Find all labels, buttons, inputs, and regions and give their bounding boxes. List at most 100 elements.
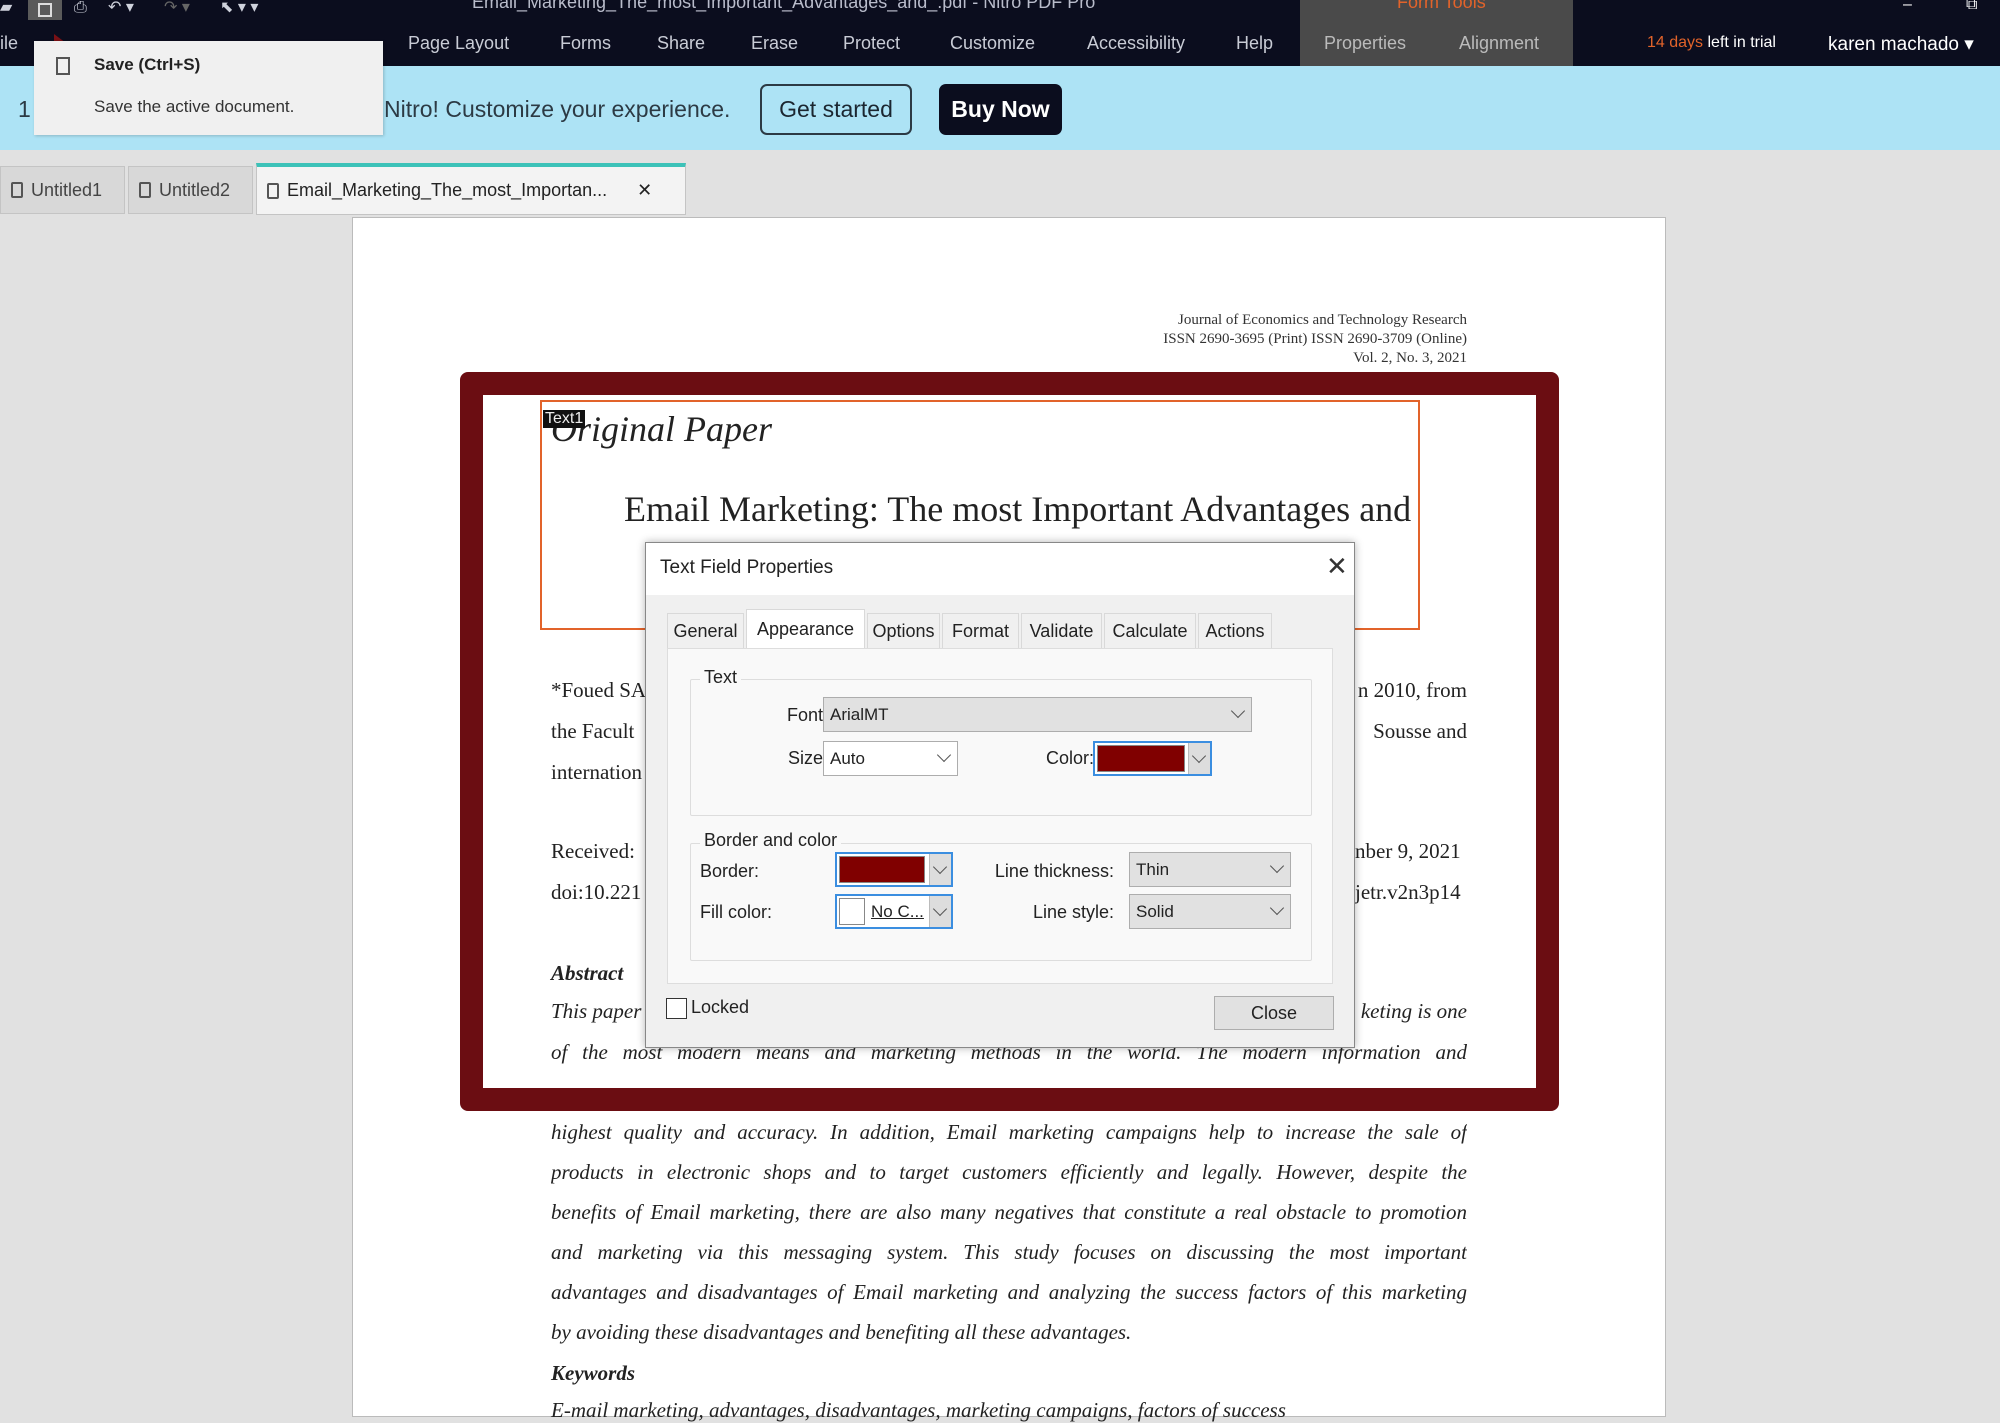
menu-share[interactable]: Share	[657, 33, 705, 54]
fill-color-picker[interactable]: No C...	[835, 894, 953, 929]
dialog-header: Text Field Properties ✕	[646, 543, 1354, 595]
abstract-line: benefits of Email marketing, there are a…	[551, 1200, 1467, 1224]
document-icon	[11, 182, 23, 198]
banner-text: Nitro! Customize your experience.	[384, 96, 731, 122]
user-menu[interactable]: karen machado ▾	[1828, 33, 1974, 56]
form-tools-label: Form Tools	[1397, 0, 1486, 12]
volume: Vol. 2, No. 3, 2021	[1353, 350, 1467, 366]
font-label: Font:	[786, 705, 828, 725]
get-started-button[interactable]: Get started	[760, 84, 912, 135]
tooltip-description: Save the active document.	[94, 97, 295, 116]
document-icon	[139, 182, 151, 198]
size-select[interactable]: Auto	[823, 741, 958, 776]
chevron-down-icon	[1269, 900, 1285, 916]
line-style-select[interactable]: Solid	[1129, 894, 1291, 929]
border-label: Border:	[700, 861, 760, 881]
tab-appearance[interactable]: Appearance	[746, 609, 865, 649]
redo-icon[interactable]: ↷ ▾	[164, 0, 190, 20]
buy-now-button[interactable]: Buy Now	[939, 84, 1062, 135]
font-value: ArialMT	[830, 704, 889, 724]
size-label: Size:	[787, 748, 828, 768]
tab-general[interactable]: General	[667, 613, 744, 648]
trial-text: left in trial	[1707, 34, 1776, 51]
banner-prefix: 1	[18, 96, 31, 122]
tab-label: Untitled2	[159, 179, 231, 200]
appearance-panel: Text Font: ArialMT Size: Auto Color: Bor…	[667, 648, 1333, 984]
chevron-down-icon	[932, 901, 948, 917]
text-group-label: Text	[700, 667, 742, 688]
text-color-picker[interactable]	[1093, 741, 1212, 776]
tab-options[interactable]: Options	[867, 613, 940, 648]
menu-help[interactable]: Help	[1236, 33, 1273, 54]
abstract-line: advantages and disadvantages of Email ma…	[551, 1280, 1467, 1304]
keywords-heading: Keywords	[551, 1361, 635, 1385]
tab-email-marketing[interactable]: Email_Marketing_The_most_Importan... ✕	[256, 163, 686, 215]
document-icon	[267, 182, 279, 199]
chevron-down-icon	[1230, 703, 1246, 719]
abstract-line: and marketing via this messaging system.…	[551, 1240, 1467, 1264]
line-thickness-label: Line thickness:	[994, 861, 1114, 881]
journal-name: Journal of Economics and Technology Rese…	[1177, 312, 1467, 328]
thickness-value: Thin	[1136, 859, 1170, 879]
tooltip-title: Save (Ctrl+S)	[94, 55, 201, 74]
color-label: Color:	[1045, 748, 1094, 768]
keywords: E-mail marketing, advantages, disadvanta…	[551, 1398, 1286, 1422]
print-icon[interactable]: ⎙	[74, 0, 87, 20]
line-style-label: Line style:	[1032, 902, 1114, 922]
save-icon[interactable]	[28, 0, 62, 20]
trial-days: 14 days	[1647, 34, 1704, 51]
save-tooltip: Save (Ctrl+S) Save the active document.	[34, 41, 383, 135]
locked-label: Locked	[691, 997, 750, 1017]
menu-forms[interactable]: Forms	[560, 33, 611, 54]
dialog-title: Text Field Properties	[660, 557, 834, 578]
tab-validate[interactable]: Validate	[1021, 613, 1102, 648]
tab-label: Email_Marketing_The_most_Importan...	[287, 180, 608, 200]
select-cursor-icon[interactable]: ⬉ ▾ ▾	[220, 0, 258, 20]
chevron-down-icon	[936, 747, 952, 763]
menu-properties[interactable]: Properties	[1324, 33, 1406, 54]
size-value: Auto	[830, 748, 865, 768]
window-title: Email_Marketing_The_most_Important_Advan…	[472, 0, 1096, 12]
menu-file[interactable]: ile	[0, 33, 18, 54]
tab-actions[interactable]: Actions	[1198, 613, 1272, 648]
menu-page-layout[interactable]: Page Layout	[408, 33, 509, 54]
close-button[interactable]: Close	[1214, 996, 1334, 1030]
fill-color-label: Fill color:	[700, 902, 773, 922]
menu-customize[interactable]: Customize	[950, 33, 1035, 54]
close-icon[interactable]: ✕	[1326, 551, 1348, 582]
tab-label: Untitled1	[31, 179, 103, 200]
fill-value: No C...	[871, 901, 924, 921]
locked-checkbox[interactable]	[666, 998, 687, 1019]
close-tab-icon[interactable]: ✕	[637, 180, 652, 201]
text-field-properties-dialog: Text Field Properties ✕ General Appearan…	[645, 542, 1355, 1048]
style-value: Solid	[1136, 901, 1174, 921]
trial-status[interactable]: 14 days left in trial	[1647, 34, 1776, 52]
font-select[interactable]: ArialMT	[823, 697, 1252, 732]
tab-format[interactable]: Format	[942, 613, 1019, 648]
color-swatch	[839, 856, 925, 883]
restore-icon[interactable]: ⧉	[1966, 0, 1977, 14]
color-swatch	[1097, 745, 1185, 772]
tab-untitled1[interactable]: Untitled1	[0, 166, 125, 214]
undo-icon[interactable]: ↶ ▾	[108, 0, 134, 20]
minimize-icon[interactable]: –	[1903, 0, 1912, 14]
border-color-picker[interactable]	[835, 852, 953, 887]
abstract-line: products in electronic shops and to targ…	[551, 1160, 1467, 1184]
tab-calculate[interactable]: Calculate	[1104, 613, 1196, 648]
folder-icon[interactable]: ▰	[0, 0, 20, 20]
abstract-line: by avoiding these disadvantages and bene…	[551, 1320, 1132, 1344]
issn: ISSN 2690-3695 (Print) ISSN 2690-3709 (O…	[1163, 331, 1467, 347]
save-icon	[56, 57, 70, 75]
border-color-group-label: Border and color	[700, 830, 842, 851]
abstract-line: highest quality and accuracy. In additio…	[551, 1120, 1467, 1144]
menu-protect[interactable]: Protect	[843, 33, 900, 54]
menu-erase[interactable]: Erase	[751, 33, 798, 54]
line-thickness-select[interactable]: Thin	[1129, 852, 1291, 887]
chevron-down-icon	[932, 859, 948, 875]
menu-accessibility[interactable]: Accessibility	[1087, 33, 1185, 54]
chevron-down-icon	[1191, 748, 1207, 764]
menu-alignment[interactable]: Alignment	[1459, 33, 1539, 54]
tab-untitled2[interactable]: Untitled2	[128, 166, 253, 214]
color-swatch	[839, 898, 865, 925]
chevron-down-icon	[1269, 858, 1285, 874]
